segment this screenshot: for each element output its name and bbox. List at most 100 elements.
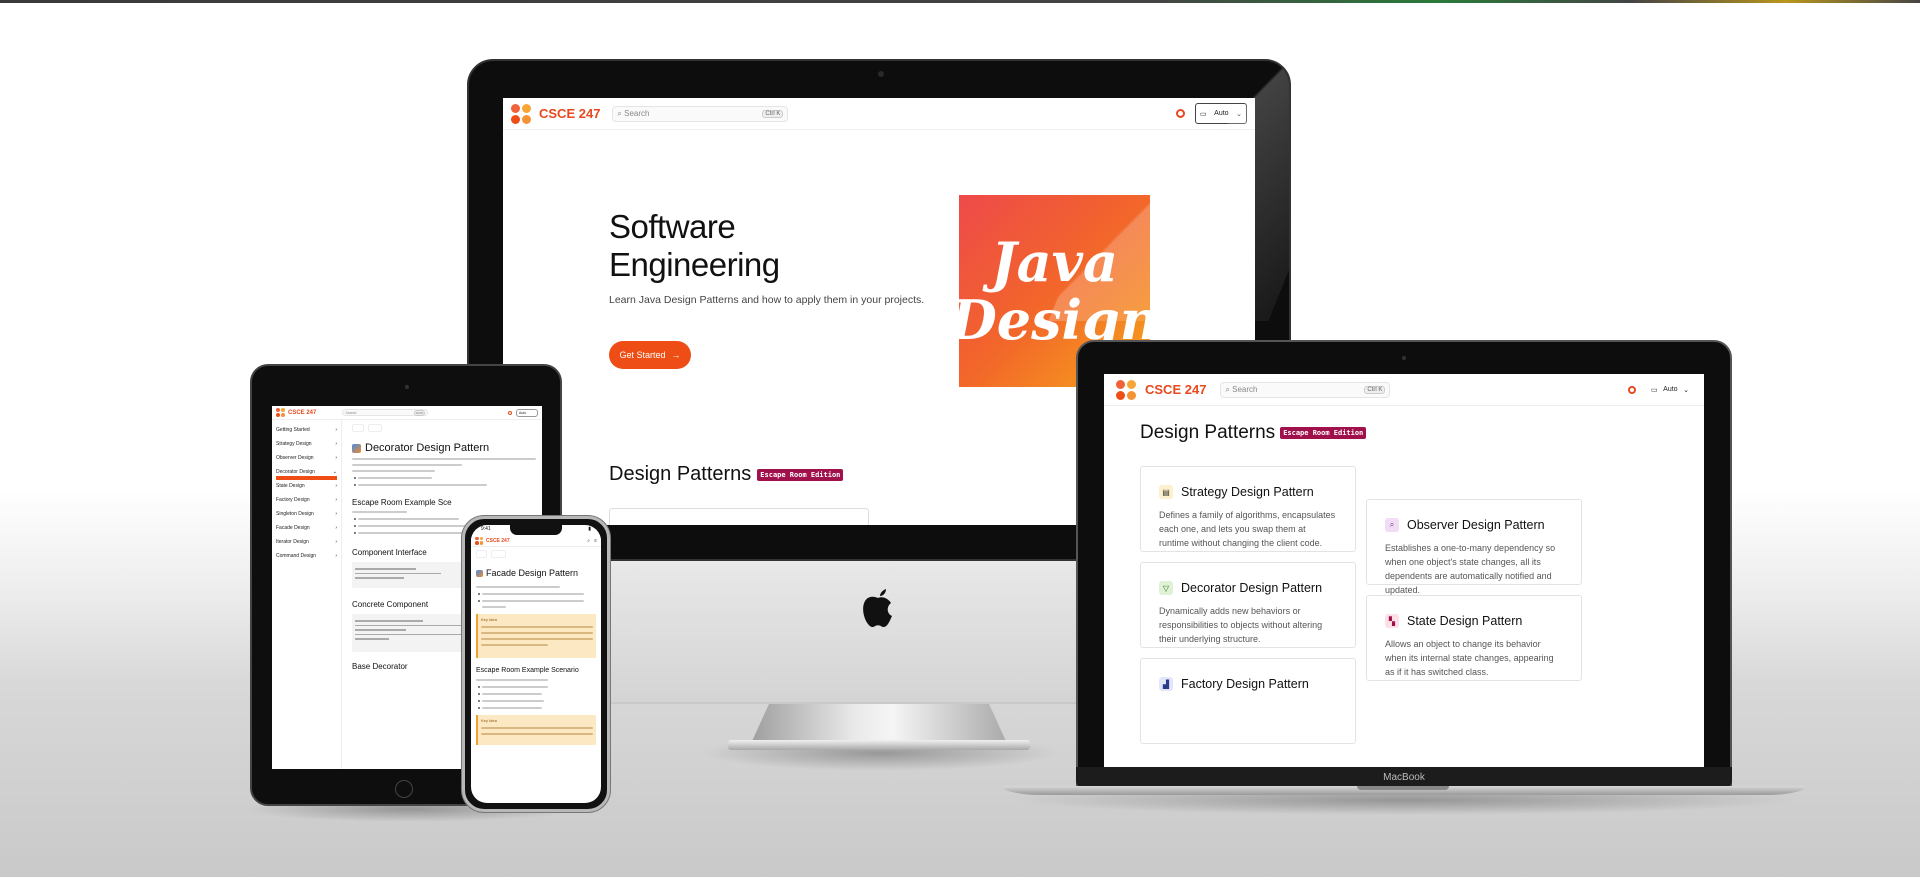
sidebar-subitem[interactable] [276,448,337,452]
sidebar-item[interactable]: Decorator Design ⌄ [276,469,337,475]
brand-name[interactable]: CSCE 247 [539,106,600,121]
brand-name[interactable]: CSCE 247 [486,538,510,544]
sidebar-subitem[interactable] [276,434,337,438]
breadcrumb-current[interactable] [367,424,382,432]
bullet-item [477,700,545,702]
apple-icon [863,589,892,628]
sidebar-item[interactable]: Command Design › [276,553,337,559]
github-icon[interactable] [1176,109,1185,118]
bullet-item [353,518,460,520]
state-icon: ▚ [1385,614,1399,628]
breadcrumb [352,424,536,432]
browser-top-strip [0,0,1920,3]
ipad-navbar: CSCE 247 Search Ctrl K Auto [272,406,542,420]
ipad-home-button[interactable] [395,780,413,798]
card-title: Observer Design Pattern [1407,518,1545,532]
sidebar-item[interactable]: Getting Started › [276,427,337,433]
sidebar-item[interactable]: Singleton Design › [276,511,337,517]
theme-select[interactable]: ▭ Auto ⌄ [1648,382,1692,398]
logo-icon[interactable] [1116,379,1136,400]
github-icon[interactable] [1628,385,1636,394]
monitor-icon: ▭ [1200,110,1207,118]
card-description: Defines a family of algorithms, encapsul… [1159,510,1336,548]
logo-icon[interactable] [276,408,285,417]
logo-icon[interactable] [475,536,483,545]
chevron-icon: › [335,427,337,433]
sidebar-subitem[interactable] [276,518,337,522]
bullet-item [353,525,469,527]
breadcrumb-home[interactable] [476,550,488,558]
chevron-icon: › [335,455,337,461]
get-started-label: Get Started [619,350,666,360]
page-title-text: Decorator Design Pattern [365,442,490,454]
document-icon: ▤ [1159,485,1173,499]
logo-icon[interactable] [511,103,531,124]
section-heading: Escape Room Example Sce [352,498,452,507]
chevron-icon: › [335,497,337,503]
card-title: Strategy Design Pattern [1181,485,1314,499]
pattern-card-state[interactable]: ▚ State Design Pattern Allows an object t… [1366,595,1582,681]
chevron-down-icon: ⌄ [1236,110,1242,118]
chevron-icon: ⌄ [332,469,337,475]
sidebar-subitem[interactable] [276,504,337,508]
note-label: Key Idea [481,617,497,622]
iphone-navbar: CSCE 247 ⌕ ≡ [471,535,601,547]
ipad-sidebar: Getting Started › Strategy Design › Observ… [272,420,342,769]
escape-room-badge: Escape Room Edition [1280,427,1367,439]
theme-select[interactable]: ▭ Auto ⌄ [1195,103,1247,124]
sidebar-subitem[interactable] [276,532,337,536]
sidebar-item[interactable]: Strategy Design › [276,441,337,447]
battery-icon: ▮ [588,526,591,532]
pattern-card-strategy[interactable]: ▤ Strategy Design Pattern Defines a famil… [1140,466,1356,552]
theme-label: Auto [519,410,527,415]
sidebar-item[interactable]: Facade Design › [276,525,337,531]
pattern-card-decorator[interactable]: ▽ Decorator Design Pattern Dynamically ad… [1140,562,1356,648]
sidebar-item[interactable]: Observer Design › [276,455,337,461]
macbook-chin: MacBook [1076,767,1732,787]
chevron-icon: › [335,511,337,517]
sidebar-item[interactable]: Factory Design › [276,497,337,503]
breadcrumb-current[interactable] [491,550,507,558]
pattern-card-observer[interactable]: ⌕ Observer Design Pattern Establishes a o… [1366,499,1582,595]
theme-select[interactable]: Auto [516,408,538,417]
text-line [482,606,506,608]
chevron-icon: › [335,539,337,545]
key-idea-note: Key Idea [476,715,596,745]
search-shortcut: Ctrl K [762,109,784,118]
sidebar-subitem-active[interactable] [276,476,337,480]
sidebar-subitem[interactable] [276,462,337,466]
bullet-item [478,686,548,688]
bullet-item [478,600,584,602]
brand-name[interactable]: CSCE 247 [1145,382,1206,397]
page-title: Design Patterns Escape Room Edition [1140,422,1367,444]
iphone-screen: 9:41 ▮ CSCE 247 ⌕ ≡ Facade Design Patter… [471,525,601,803]
key-idea-note: Key Idea [476,614,596,658]
pattern-card-factory[interactable]: ▟ Factory Design Pattern [1140,658,1356,744]
sidebar-item[interactable]: State Design › [276,483,337,489]
imac-base [728,740,1030,750]
card-description: Dynamically adds new behaviors or respon… [1159,606,1323,644]
sidebar-subitem[interactable] [276,490,337,494]
search-icon[interactable]: ⌕ [587,538,590,544]
search-input[interactable]: ⌕ Search Ctrl K [1220,381,1391,398]
page-title-text: Facade Design Pattern [486,568,579,578]
sidebar-item[interactable]: Iterator Design › [276,539,337,545]
image-line1: Java [991,230,1118,294]
search-input[interactable]: Search Ctrl K [342,409,429,416]
github-icon[interactable] [508,410,512,415]
chevron-icon: › [335,525,337,531]
search-icon: ⌕ [1225,384,1230,394]
chevron-icon: › [335,553,337,559]
get-started-button[interactable]: Get Started → [609,341,691,369]
theme-label: Auto [1214,110,1229,117]
text-line [476,679,548,681]
search-input[interactable]: ⌕ Search Ctrl K [612,105,789,122]
macbook-hinge-notch [1357,786,1449,790]
breadcrumb-home[interactable] [352,424,364,432]
chevron-icon: › [335,441,337,447]
card-peek[interactable] [609,508,869,525]
sidebar-subitem[interactable] [276,546,337,550]
menu-icon[interactable]: ≡ [594,538,597,544]
brand-name[interactable]: CSCE 247 [288,410,316,416]
magnifier-icon: ⌕ [1385,518,1399,532]
